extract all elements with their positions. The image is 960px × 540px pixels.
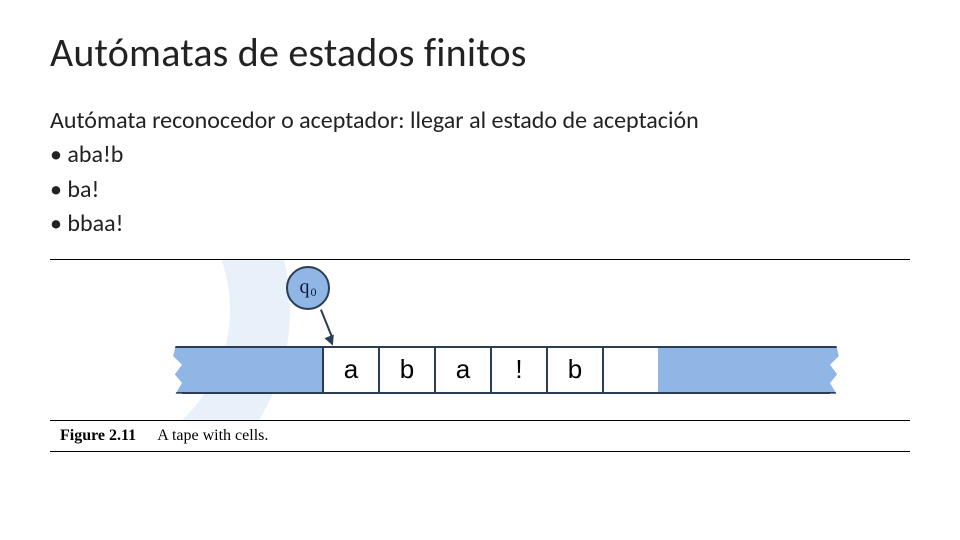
tape-cell: a <box>434 348 490 392</box>
bullet-3: • bbaa! <box>50 208 910 240</box>
tape-cell: b <box>378 348 434 392</box>
tape: a b a ! b <box>166 346 846 394</box>
tape-cell: a <box>322 348 378 392</box>
tape-ragged-right <box>830 346 846 394</box>
background-ring <box>50 260 290 420</box>
state-symbol: q <box>300 276 310 299</box>
slide: Autómatas de estados finitos Autómata re… <box>0 0 960 540</box>
figure-canvas: q0 a b a ! b <box>50 260 910 420</box>
intro-line: Autómata reconocedor o aceptador: llegar… <box>50 105 910 137</box>
figure-caption-text: A tape with cells. <box>157 427 268 444</box>
figure-number: Figure 2.11 <box>60 427 136 444</box>
tape-filler-left <box>182 348 322 392</box>
bullet-2: • ba! <box>50 174 910 206</box>
tape-cell <box>602 348 658 392</box>
tape-filler-right <box>658 348 698 392</box>
tape-ragged-left <box>166 346 182 394</box>
figure-container: q0 a b a ! b Figure 2.11 <box>50 259 910 452</box>
bullet-1: • aba!b <box>50 139 910 171</box>
page-title: Autómatas de estados finitos <box>50 28 910 77</box>
tape-body: a b a ! b <box>182 346 830 394</box>
state-node: q0 <box>286 266 330 310</box>
figure-caption: Figure 2.11 A tape with cells. <box>50 420 910 451</box>
pointer-line <box>320 309 333 338</box>
state-subscript: 0 <box>311 285 317 300</box>
body-text: Autómata reconocedor o aceptador: llegar… <box>50 105 910 241</box>
tape-cell: ! <box>490 348 546 392</box>
tape-cell: b <box>546 348 602 392</box>
